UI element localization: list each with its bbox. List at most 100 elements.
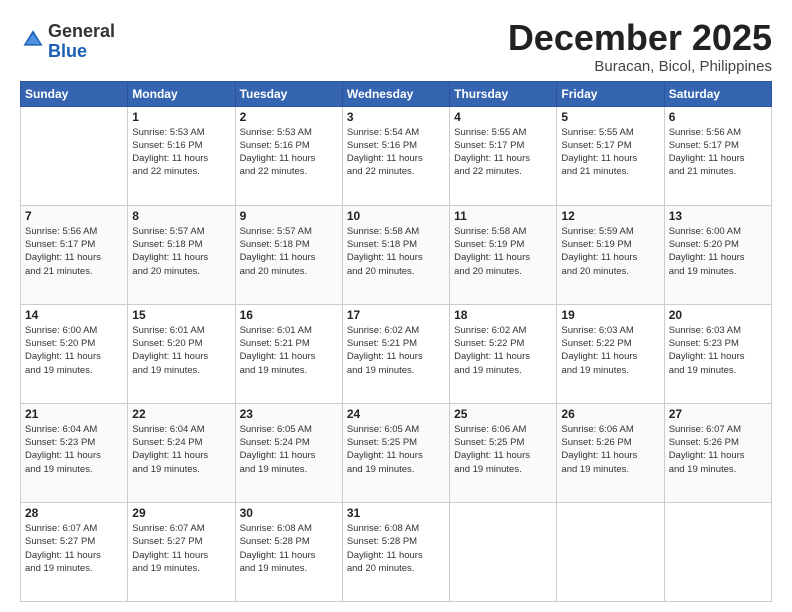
day-cell: 19 Sunrise: 6:03 AM Sunset: 5:22 PM Dayli… xyxy=(557,304,664,403)
day-cell: 10Sunrise: 5:58 AM Sunset: 5:18 PM Dayli… xyxy=(342,205,449,304)
day-cell: 23 Sunrise: 6:05 AM Sunset: 5:24 PM Dayli… xyxy=(235,403,342,502)
calendar-table: Sunday Monday Tuesday Wednesday Thursday… xyxy=(20,81,772,602)
day-info: Sunrise: 5:57 AM Sunset: 5:18 PM Dayligh… xyxy=(240,225,338,278)
subtitle: Buracan, Bicol, Philippines xyxy=(508,58,772,75)
day-info: Sunrise: 6:08 AM Sunset: 5:28 PM Dayligh… xyxy=(240,522,338,575)
day-info: Sunrise: 6:04 AM Sunset: 5:24 PM Dayligh… xyxy=(132,423,230,476)
day-number: 29 xyxy=(132,506,230,520)
day-cell: 9 Sunrise: 5:57 AM Sunset: 5:18 PM Daylig… xyxy=(235,205,342,304)
logo: General Blue xyxy=(20,22,115,62)
day-info: Sunrise: 5:55 AM Sunset: 5:17 PM Dayligh… xyxy=(454,126,552,179)
day-number: 14 xyxy=(25,308,123,322)
day-number: 5 xyxy=(561,110,659,124)
day-info: Sunrise: 6:03 AM Sunset: 5:22 PM Dayligh… xyxy=(561,324,659,377)
day-number: 9 xyxy=(240,209,338,223)
day-cell: 30 Sunrise: 6:08 AM Sunset: 5:28 PM Dayli… xyxy=(235,502,342,601)
day-cell: 13 Sunrise: 6:00 AM Sunset: 5:20 PM Dayli… xyxy=(664,205,771,304)
day-number: 15 xyxy=(132,308,230,322)
day-number: 3 xyxy=(347,110,445,124)
day-cell: 14 Sunrise: 6:00 AM Sunset: 5:20 PM Dayli… xyxy=(21,304,128,403)
day-cell: 28 Sunrise: 6:07 AM Sunset: 5:27 PM Dayli… xyxy=(21,502,128,601)
day-number: 11 xyxy=(454,209,552,223)
day-cell: 1Sunrise: 5:53 AM Sunset: 5:16 PM Daylig… xyxy=(128,106,235,205)
week-row-1: 7Sunrise: 5:56 AM Sunset: 5:17 PM Daylig… xyxy=(21,205,772,304)
day-cell: 11 Sunrise: 5:58 AM Sunset: 5:19 PM Dayli… xyxy=(450,205,557,304)
day-cell xyxy=(664,502,771,601)
week-row-0: 1Sunrise: 5:53 AM Sunset: 5:16 PM Daylig… xyxy=(21,106,772,205)
day-number: 31 xyxy=(347,506,445,520)
day-cell xyxy=(21,106,128,205)
day-number: 10 xyxy=(347,209,445,223)
day-cell: 29 Sunrise: 6:07 AM Sunset: 5:27 PM Dayli… xyxy=(128,502,235,601)
day-info: Sunrise: 6:02 AM Sunset: 5:22 PM Dayligh… xyxy=(454,324,552,377)
day-cell: 4 Sunrise: 5:55 AM Sunset: 5:17 PM Daylig… xyxy=(450,106,557,205)
day-number: 24 xyxy=(347,407,445,421)
day-cell: 7Sunrise: 5:56 AM Sunset: 5:17 PM Daylig… xyxy=(21,205,128,304)
day-info: Sunrise: 6:00 AM Sunset: 5:20 PM Dayligh… xyxy=(25,324,123,377)
day-cell: 15 Sunrise: 6:01 AM Sunset: 5:20 PM Dayli… xyxy=(128,304,235,403)
day-info: Sunrise: 5:59 AM Sunset: 5:19 PM Dayligh… xyxy=(561,225,659,278)
day-number: 30 xyxy=(240,506,338,520)
day-number: 17 xyxy=(347,308,445,322)
day-cell: 21Sunrise: 6:04 AM Sunset: 5:23 PM Dayli… xyxy=(21,403,128,502)
day-number: 25 xyxy=(454,407,552,421)
day-cell: 8Sunrise: 5:57 AM Sunset: 5:18 PM Daylig… xyxy=(128,205,235,304)
day-number: 28 xyxy=(25,506,123,520)
day-cell: 6Sunrise: 5:56 AM Sunset: 5:17 PM Daylig… xyxy=(664,106,771,205)
logo-general-text: General xyxy=(48,21,115,41)
day-cell: 27Sunrise: 6:07 AM Sunset: 5:26 PM Dayli… xyxy=(664,403,771,502)
week-row-4: 28 Sunrise: 6:07 AM Sunset: 5:27 PM Dayli… xyxy=(21,502,772,601)
day-number: 18 xyxy=(454,308,552,322)
day-info: Sunrise: 5:58 AM Sunset: 5:19 PM Dayligh… xyxy=(454,225,552,278)
day-info: Sunrise: 6:06 AM Sunset: 5:26 PM Dayligh… xyxy=(561,423,659,476)
day-info: Sunrise: 6:07 AM Sunset: 5:26 PM Dayligh… xyxy=(669,423,767,476)
col-saturday: Saturday xyxy=(664,81,771,106)
day-number: 21 xyxy=(25,407,123,421)
day-info: Sunrise: 5:55 AM Sunset: 5:17 PM Dayligh… xyxy=(561,126,659,179)
day-number: 8 xyxy=(132,209,230,223)
day-info: Sunrise: 5:56 AM Sunset: 5:17 PM Dayligh… xyxy=(25,225,123,278)
day-info: Sunrise: 6:07 AM Sunset: 5:27 PM Dayligh… xyxy=(25,522,123,575)
day-number: 16 xyxy=(240,308,338,322)
day-number: 22 xyxy=(132,407,230,421)
col-tuesday: Tuesday xyxy=(235,81,342,106)
day-number: 6 xyxy=(669,110,767,124)
day-info: Sunrise: 6:05 AM Sunset: 5:25 PM Dayligh… xyxy=(347,423,445,476)
day-cell: 20 Sunrise: 6:03 AM Sunset: 5:23 PM Dayli… xyxy=(664,304,771,403)
day-number: 2 xyxy=(240,110,338,124)
day-info: Sunrise: 6:01 AM Sunset: 5:20 PM Dayligh… xyxy=(132,324,230,377)
day-cell: 5 Sunrise: 5:55 AM Sunset: 5:17 PM Daylig… xyxy=(557,106,664,205)
week-row-3: 21Sunrise: 6:04 AM Sunset: 5:23 PM Dayli… xyxy=(21,403,772,502)
col-wednesday: Wednesday xyxy=(342,81,449,106)
day-info: Sunrise: 5:53 AM Sunset: 5:16 PM Dayligh… xyxy=(240,126,338,179)
day-info: Sunrise: 6:00 AM Sunset: 5:20 PM Dayligh… xyxy=(669,225,767,278)
day-cell: 16 Sunrise: 6:01 AM Sunset: 5:21 PM Dayli… xyxy=(235,304,342,403)
header: General Blue December 2025 Buracan, Bico… xyxy=(20,18,772,75)
day-info: Sunrise: 6:08 AM Sunset: 5:28 PM Dayligh… xyxy=(347,522,445,575)
day-number: 20 xyxy=(669,308,767,322)
day-cell xyxy=(450,502,557,601)
day-cell: 17Sunrise: 6:02 AM Sunset: 5:21 PM Dayli… xyxy=(342,304,449,403)
day-cell: 24 Sunrise: 6:05 AM Sunset: 5:25 PM Dayli… xyxy=(342,403,449,502)
day-cell: 25Sunrise: 6:06 AM Sunset: 5:25 PM Dayli… xyxy=(450,403,557,502)
day-info: Sunrise: 6:03 AM Sunset: 5:23 PM Dayligh… xyxy=(669,324,767,377)
page: General Blue December 2025 Buracan, Bico… xyxy=(0,0,792,612)
day-info: Sunrise: 5:53 AM Sunset: 5:16 PM Dayligh… xyxy=(132,126,230,179)
day-number: 13 xyxy=(669,209,767,223)
col-thursday: Thursday xyxy=(450,81,557,106)
day-cell: 3Sunrise: 5:54 AM Sunset: 5:16 PM Daylig… xyxy=(342,106,449,205)
day-number: 23 xyxy=(240,407,338,421)
day-info: Sunrise: 6:07 AM Sunset: 5:27 PM Dayligh… xyxy=(132,522,230,575)
day-number: 4 xyxy=(454,110,552,124)
day-info: Sunrise: 6:05 AM Sunset: 5:24 PM Dayligh… xyxy=(240,423,338,476)
header-row: Sunday Monday Tuesday Wednesday Thursday… xyxy=(21,81,772,106)
day-cell: 18 Sunrise: 6:02 AM Sunset: 5:22 PM Dayli… xyxy=(450,304,557,403)
day-info: Sunrise: 6:01 AM Sunset: 5:21 PM Dayligh… xyxy=(240,324,338,377)
day-number: 12 xyxy=(561,209,659,223)
day-number: 26 xyxy=(561,407,659,421)
day-cell: 26 Sunrise: 6:06 AM Sunset: 5:26 PM Dayli… xyxy=(557,403,664,502)
title-block: December 2025 Buracan, Bicol, Philippine… xyxy=(508,18,772,75)
day-cell: 31 Sunrise: 6:08 AM Sunset: 5:28 PM Dayli… xyxy=(342,502,449,601)
col-sunday: Sunday xyxy=(21,81,128,106)
day-number: 19 xyxy=(561,308,659,322)
